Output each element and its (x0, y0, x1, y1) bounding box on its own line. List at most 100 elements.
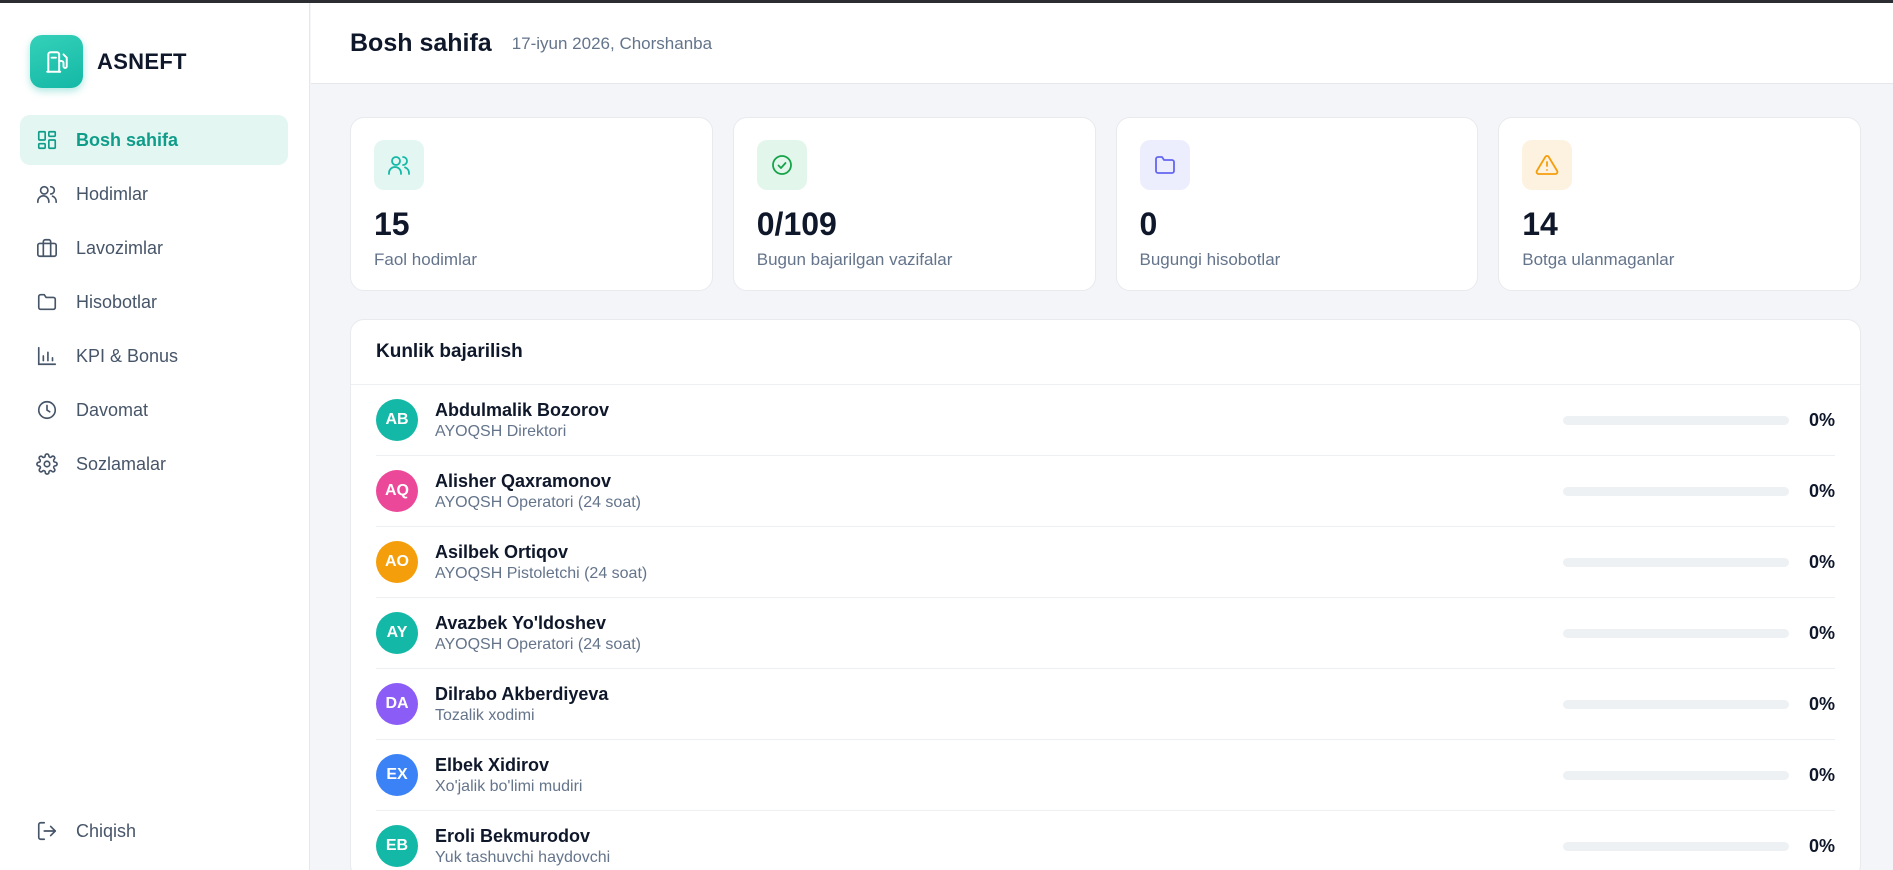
progress-percent: 0% (1808, 764, 1835, 785)
briefcase-icon (36, 237, 58, 259)
employee-name: Dilrabo Akberdiyeva (435, 683, 609, 704)
list-item[interactable]: AB Abdulmalik Bozorov AYOQSH Direktori 0% (376, 385, 1835, 456)
progress-percent: 0% (1808, 835, 1835, 856)
stat-label: Bugun bajarilgan vazifalar (756, 250, 953, 270)
users-icon (36, 183, 58, 205)
progress-percent: 0% (1808, 693, 1835, 714)
page-date: 17-iyun 2026, Chorshanba (511, 34, 713, 53)
list-item[interactable]: DA Dilrabo Akberdiyeva Tozalik xodimi 0% (376, 669, 1835, 740)
stat-label: Botga ulanmaganlar (1522, 250, 1675, 270)
employee-list: AB Abdulmalik Bozorov AYOQSH Direktori 0% AQ… (351, 385, 1860, 870)
progress-bar (1563, 628, 1789, 638)
list-item[interactable]: AO Asilbek Ortiqov AYOQSH Pistoletchi (24 … (376, 527, 1835, 598)
progress-bar (1563, 557, 1789, 567)
sidebar-item-kpi-bonus[interactable]: KPI & Bonus (20, 331, 288, 381)
employee-role: AYOQSH Operatori (24 soat) (435, 635, 641, 653)
folder-icon (36, 291, 58, 313)
progress-bar (1563, 770, 1789, 780)
brand[interactable]: ASNEFT (30, 35, 187, 88)
stats-row: 15 Faol hodimlar 0/109 Bugun bajarilgan … (350, 117, 1861, 291)
person-info: Avazbek Yo'ldoshev AYOQSH Operatori (24 s… (435, 613, 641, 654)
avatar: EB (376, 825, 418, 867)
stat-value: 0/109 (756, 206, 837, 242)
employee-name: Asilbek Ortiqov (435, 541, 569, 562)
progress-percent: 0% (1808, 622, 1835, 643)
stat-value: 0 (1139, 206, 1158, 242)
person-info: Dilrabo Akberdiyeva Tozalik xodimi (435, 684, 608, 725)
brand-name: ASNEFT (97, 48, 187, 74)
stat-label: Faol hodimlar (374, 250, 477, 270)
employee-name: Elbek Xidirov (435, 754, 550, 775)
sidebar-item-label: KPI & Bonus (76, 345, 179, 366)
sidebar-item-hodimlar[interactable]: Hodimlar (20, 169, 288, 219)
employee-role: Tozalik xodimi (435, 706, 535, 724)
employee-name: Abdulmalik Bozorov (435, 399, 610, 420)
sidebar-item-label: Hisobotlar (76, 291, 158, 312)
daily-panel: Kunlik bajarilish AB Abdulmalik Bozorov AY… (350, 319, 1861, 870)
employee-name: Eroli Bekmurodov (435, 825, 591, 846)
list-item[interactable]: AQ Alisher Qaxramonov AYOQSH Operatori (24… (376, 456, 1835, 527)
employee-name: Avazbek Yo'ldoshev (435, 612, 607, 633)
stat-value: 14 (1522, 206, 1558, 242)
stat-label: Bugungi hisobotlar (1139, 250, 1281, 270)
employee-name: Alisher Qaxramonov (435, 470, 612, 491)
page-title: Bosh sahifa (350, 28, 492, 57)
stat-card-faol-hodimlar[interactable]: 15 Faol hodimlar (350, 117, 713, 291)
page-header: Bosh sahifa 17-iyun 2026, Chorshanba (311, 3, 1893, 84)
sidebar-nav: Bosh sahifa Hodimlar Lavozimlar Hisobotl… (20, 115, 288, 493)
person-info: Asilbek Ortiqov AYOQSH Pistoletchi (24 so… (435, 542, 647, 583)
progress-percent: 0% (1808, 480, 1835, 501)
progress-percent: 0% (1808, 551, 1835, 572)
bar-chart-icon (36, 345, 58, 367)
employee-role: Yuk tashuvchi haydovchi (435, 848, 611, 866)
panel-title: Kunlik bajarilish (351, 320, 1860, 385)
sidebar-item-label: Davomat (76, 399, 149, 420)
sidebar-item-lavozimlar[interactable]: Lavozimlar (20, 223, 288, 273)
sidebar-item-label: Sozlamalar (76, 453, 167, 474)
avatar: AB (376, 399, 418, 441)
stat-card-botga-ulanmaganlar[interactable]: 14 Botga ulanmaganlar (1498, 117, 1861, 291)
folder-icon (1139, 140, 1190, 190)
sidebar-item-bosh-sahifa[interactable]: Bosh sahifa (20, 115, 288, 165)
person-info: Elbek Xidirov Xo'jalik bo'limi mudiri (435, 755, 582, 796)
warning-icon (1522, 140, 1573, 190)
check-circle-icon (756, 140, 807, 190)
person-info: Alisher Qaxramonov AYOQSH Operatori (24 s… (435, 471, 641, 512)
avatar: AQ (376, 470, 418, 512)
fuel-pump-icon (30, 35, 83, 88)
progress-bar (1563, 486, 1789, 496)
dashboard-icon (36, 129, 58, 151)
employee-role: AYOQSH Pistoletchi (24 soat) (435, 564, 648, 582)
progress-percent: 0% (1808, 409, 1835, 430)
person-info: Abdulmalik Bozorov AYOQSH Direktori (435, 400, 609, 441)
stat-card-hisobotlar[interactable]: 0 Bugungi hisobotlar (1115, 117, 1479, 291)
stat-value: 15 (374, 206, 410, 242)
progress-bar (1563, 841, 1789, 851)
sidebar-item-sozlamalar[interactable]: Sozlamalar (20, 439, 288, 489)
sidebar: ASNEFT Bosh sahifa Hodimlar Lavozimlar H… (0, 3, 310, 870)
progress-bar (1563, 415, 1789, 425)
sidebar-item-label: Lavozimlar (76, 237, 164, 258)
logout-label: Chiqish (76, 820, 137, 841)
logout-button[interactable]: Chiqish (20, 806, 288, 856)
person-info: Eroli Bekmurodov Yuk tashuvchi haydovchi (435, 826, 610, 867)
sidebar-item-label: Hodimlar (76, 183, 149, 204)
avatar: AO (376, 541, 418, 583)
progress-bar (1563, 699, 1789, 709)
sidebar-item-label: Bosh sahifa (76, 129, 179, 150)
avatar: AY (376, 612, 418, 654)
list-item[interactable]: EX Elbek Xidirov Xo'jalik bo'limi mudiri 0% (376, 740, 1835, 811)
logout-icon (36, 820, 58, 842)
clock-icon (36, 399, 58, 421)
employee-role: AYOQSH Operatori (24 soat) (435, 493, 641, 511)
gear-icon (36, 453, 58, 475)
employee-role: AYOQSH Direktori (435, 422, 567, 440)
list-item[interactable]: EB Eroli Bekmurodov Yuk tashuvchi haydovch… (376, 811, 1835, 870)
avatar: EX (376, 754, 418, 796)
sidebar-item-hisobotlar[interactable]: Hisobotlar (20, 277, 288, 327)
users-icon (374, 140, 424, 190)
sidebar-item-davomat[interactable]: Davomat (20, 385, 288, 435)
list-item[interactable]: AY Avazbek Yo'ldoshev AYOQSH Operatori (24… (376, 598, 1835, 669)
avatar: DA (376, 683, 418, 725)
stat-card-vazifalar[interactable]: 0/109 Bugun bajarilgan vazifalar (732, 117, 1096, 291)
